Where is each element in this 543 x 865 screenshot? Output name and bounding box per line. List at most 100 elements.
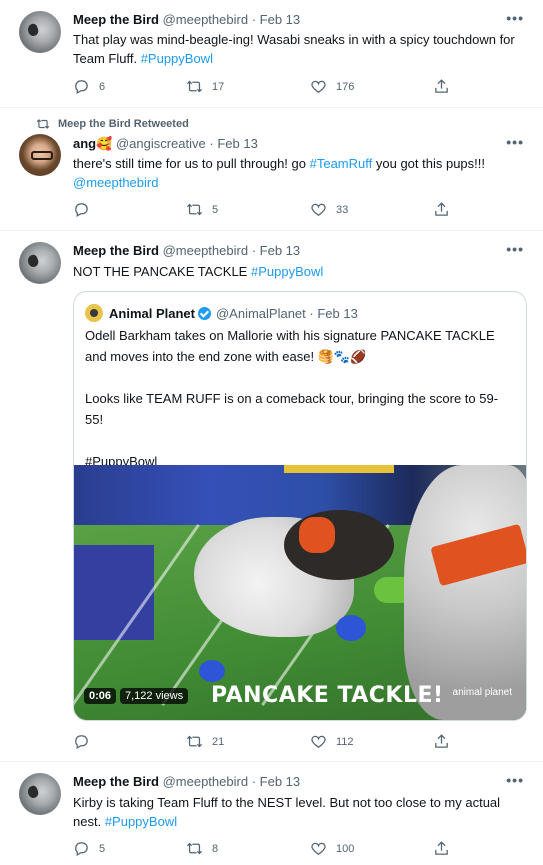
like-count: 176 xyxy=(336,80,355,93)
video-views: 7,122 views xyxy=(120,688,189,704)
separator: · xyxy=(209,136,214,151)
share-icon xyxy=(435,734,448,748)
retweeted-by-label[interactable]: Meep the Bird Retweeted xyxy=(58,118,189,130)
separator: · xyxy=(309,305,314,321)
retweet-count: 8 xyxy=(212,842,219,855)
quoted-tweet-header: Animal Planet @AnimalPlanet · Feb 13 xyxy=(85,304,358,322)
retweet-button[interactable]: 21 xyxy=(186,733,224,750)
handle[interactable]: @meepthebird xyxy=(163,774,248,789)
tweet[interactable]: Meep the Bird Retweeted ang🥰 @angiscreat… xyxy=(0,108,543,231)
separator: · xyxy=(251,12,257,27)
quoted-avatar xyxy=(85,304,103,322)
more-icon[interactable]: ••• xyxy=(506,10,524,26)
tweet-body-end: you got this pups!!! xyxy=(375,156,485,171)
more-icon[interactable]: ••• xyxy=(506,241,524,257)
video-decor xyxy=(199,660,225,682)
like-count: 112 xyxy=(336,735,354,748)
tweet-header: ang🥰 @angiscreative · Feb 13 xyxy=(73,136,523,152)
display-name[interactable]: Meep the Bird xyxy=(73,12,159,27)
hashtag-link[interactable]: #PuppyBowl xyxy=(105,814,177,829)
display-name[interactable]: Meep the Bird xyxy=(73,243,159,258)
like-button[interactable]: 112 xyxy=(310,733,354,750)
tweet-header: Meep the Bird @meepthebird · Feb 13 xyxy=(73,243,523,258)
display-name[interactable]: Meep the Bird xyxy=(73,774,159,789)
handle[interactable]: @meepthebird xyxy=(163,243,248,258)
separator: · xyxy=(251,774,257,789)
video-dog xyxy=(404,465,526,720)
more-icon[interactable]: ••• xyxy=(506,772,524,788)
tweet[interactable]: Meep the Bird @meepthebird · Feb 13 ••• … xyxy=(0,231,543,762)
video-duration: 0:06 xyxy=(84,688,117,704)
avatar[interactable] xyxy=(19,11,61,53)
channel-logo: animal planet xyxy=(452,687,512,698)
like-count: 33 xyxy=(336,203,349,216)
tweet-body: NOT THE PANCAKE TACKLE xyxy=(73,264,248,279)
retweet-icon xyxy=(186,842,203,855)
tweet-text: That play was mind-beagle-ing! Wasabi sn… xyxy=(73,30,519,68)
like-count: 100 xyxy=(336,842,355,855)
share-button[interactable] xyxy=(433,201,459,218)
timestamp[interactable]: Feb 13 xyxy=(217,136,257,151)
verified-badge-icon xyxy=(197,306,211,320)
quoted-tweet[interactable]: Animal Planet @AnimalPlanet · Feb 13 Ode… xyxy=(73,291,527,721)
share-button[interactable] xyxy=(433,733,459,750)
avatar[interactable] xyxy=(19,242,61,284)
like-button[interactable]: 100 xyxy=(310,840,354,857)
tweet[interactable]: Meep the Bird @meepthebird · Feb 13 ••• … xyxy=(0,0,543,108)
display-name[interactable]: ang🥰 xyxy=(73,136,112,151)
video-decor xyxy=(299,517,335,553)
tweet-body: there's still time for us to pull throug… xyxy=(73,156,306,171)
quoted-timestamp: Feb 13 xyxy=(317,305,358,321)
handle[interactable]: @meepthebird xyxy=(163,12,248,27)
handle[interactable]: @angiscreative xyxy=(116,136,206,151)
retweet-button[interactable]: 8 xyxy=(186,840,218,857)
mention-link[interactable]: @meepthebird xyxy=(73,175,158,190)
reply-count: 6 xyxy=(99,80,106,93)
tweet-body: That play was mind-beagle-ing! Wasabi sn… xyxy=(73,32,515,66)
quoted-line: Odell Barkham takes on Mallorie with his… xyxy=(85,328,495,364)
video-player[interactable]: PANCAKE TACKLE! 0:06 7,122 views animal … xyxy=(74,465,526,720)
more-icon[interactable]: ••• xyxy=(506,134,524,150)
like-button[interactable]: 176 xyxy=(310,78,354,95)
hashtag-link[interactable]: #PuppyBowl xyxy=(141,51,213,66)
video-caption: PANCAKE TACKLE! xyxy=(211,683,444,708)
separator: · xyxy=(251,243,257,258)
tweet-actions: 21 112 xyxy=(73,733,453,755)
video-decor xyxy=(74,545,154,640)
video-decor xyxy=(284,465,394,473)
retweet-icon xyxy=(186,735,203,748)
retweet-count: 5 xyxy=(212,203,219,216)
timeline: Meep the Bird @meepthebird · Feb 13 ••• … xyxy=(0,0,543,865)
timestamp[interactable]: Feb 13 xyxy=(260,243,300,258)
share-button[interactable] xyxy=(433,840,459,857)
retweet-button[interactable]: 17 xyxy=(186,78,224,95)
reply-button[interactable]: 6 xyxy=(73,78,105,95)
timestamp[interactable]: Feb 13 xyxy=(260,774,300,789)
reply-count: 5 xyxy=(99,842,106,855)
reply-button[interactable]: 5 xyxy=(73,840,105,857)
tweet-text: there's still time for us to pull throug… xyxy=(73,154,519,192)
tweet-actions: 5 33 xyxy=(73,201,453,223)
share-icon xyxy=(435,202,448,216)
retweet-count: 21 xyxy=(212,735,225,748)
heart-icon xyxy=(311,80,326,93)
quoted-tweet-text: Odell Barkham takes on Mallorie with his… xyxy=(85,325,516,472)
avatar[interactable] xyxy=(19,134,61,176)
share-button[interactable] xyxy=(433,78,459,95)
like-button[interactable]: 33 xyxy=(310,201,348,218)
hashtag-link[interactable]: #TeamRuff xyxy=(310,156,373,171)
reply-icon xyxy=(75,80,88,95)
hashtag-link[interactable]: #PuppyBowl xyxy=(251,264,323,279)
heart-icon xyxy=(311,842,326,855)
reply-button[interactable] xyxy=(73,733,99,750)
tweet-header: Meep the Bird @meepthebird · Feb 13 xyxy=(73,774,523,789)
timestamp[interactable]: Feb 13 xyxy=(260,12,300,27)
retweet-button[interactable]: 5 xyxy=(186,201,218,218)
retweet-icon xyxy=(186,203,203,216)
reply-button[interactable] xyxy=(73,201,99,218)
retweet-context: Meep the Bird Retweeted xyxy=(36,117,189,131)
tweet[interactable]: Meep the Bird @meepthebird · Feb 13 ••• … xyxy=(0,762,543,865)
quoted-line: Looks like TEAM RUFF is on a comeback to… xyxy=(85,391,499,427)
video-decor xyxy=(336,615,366,641)
avatar[interactable] xyxy=(19,773,61,815)
